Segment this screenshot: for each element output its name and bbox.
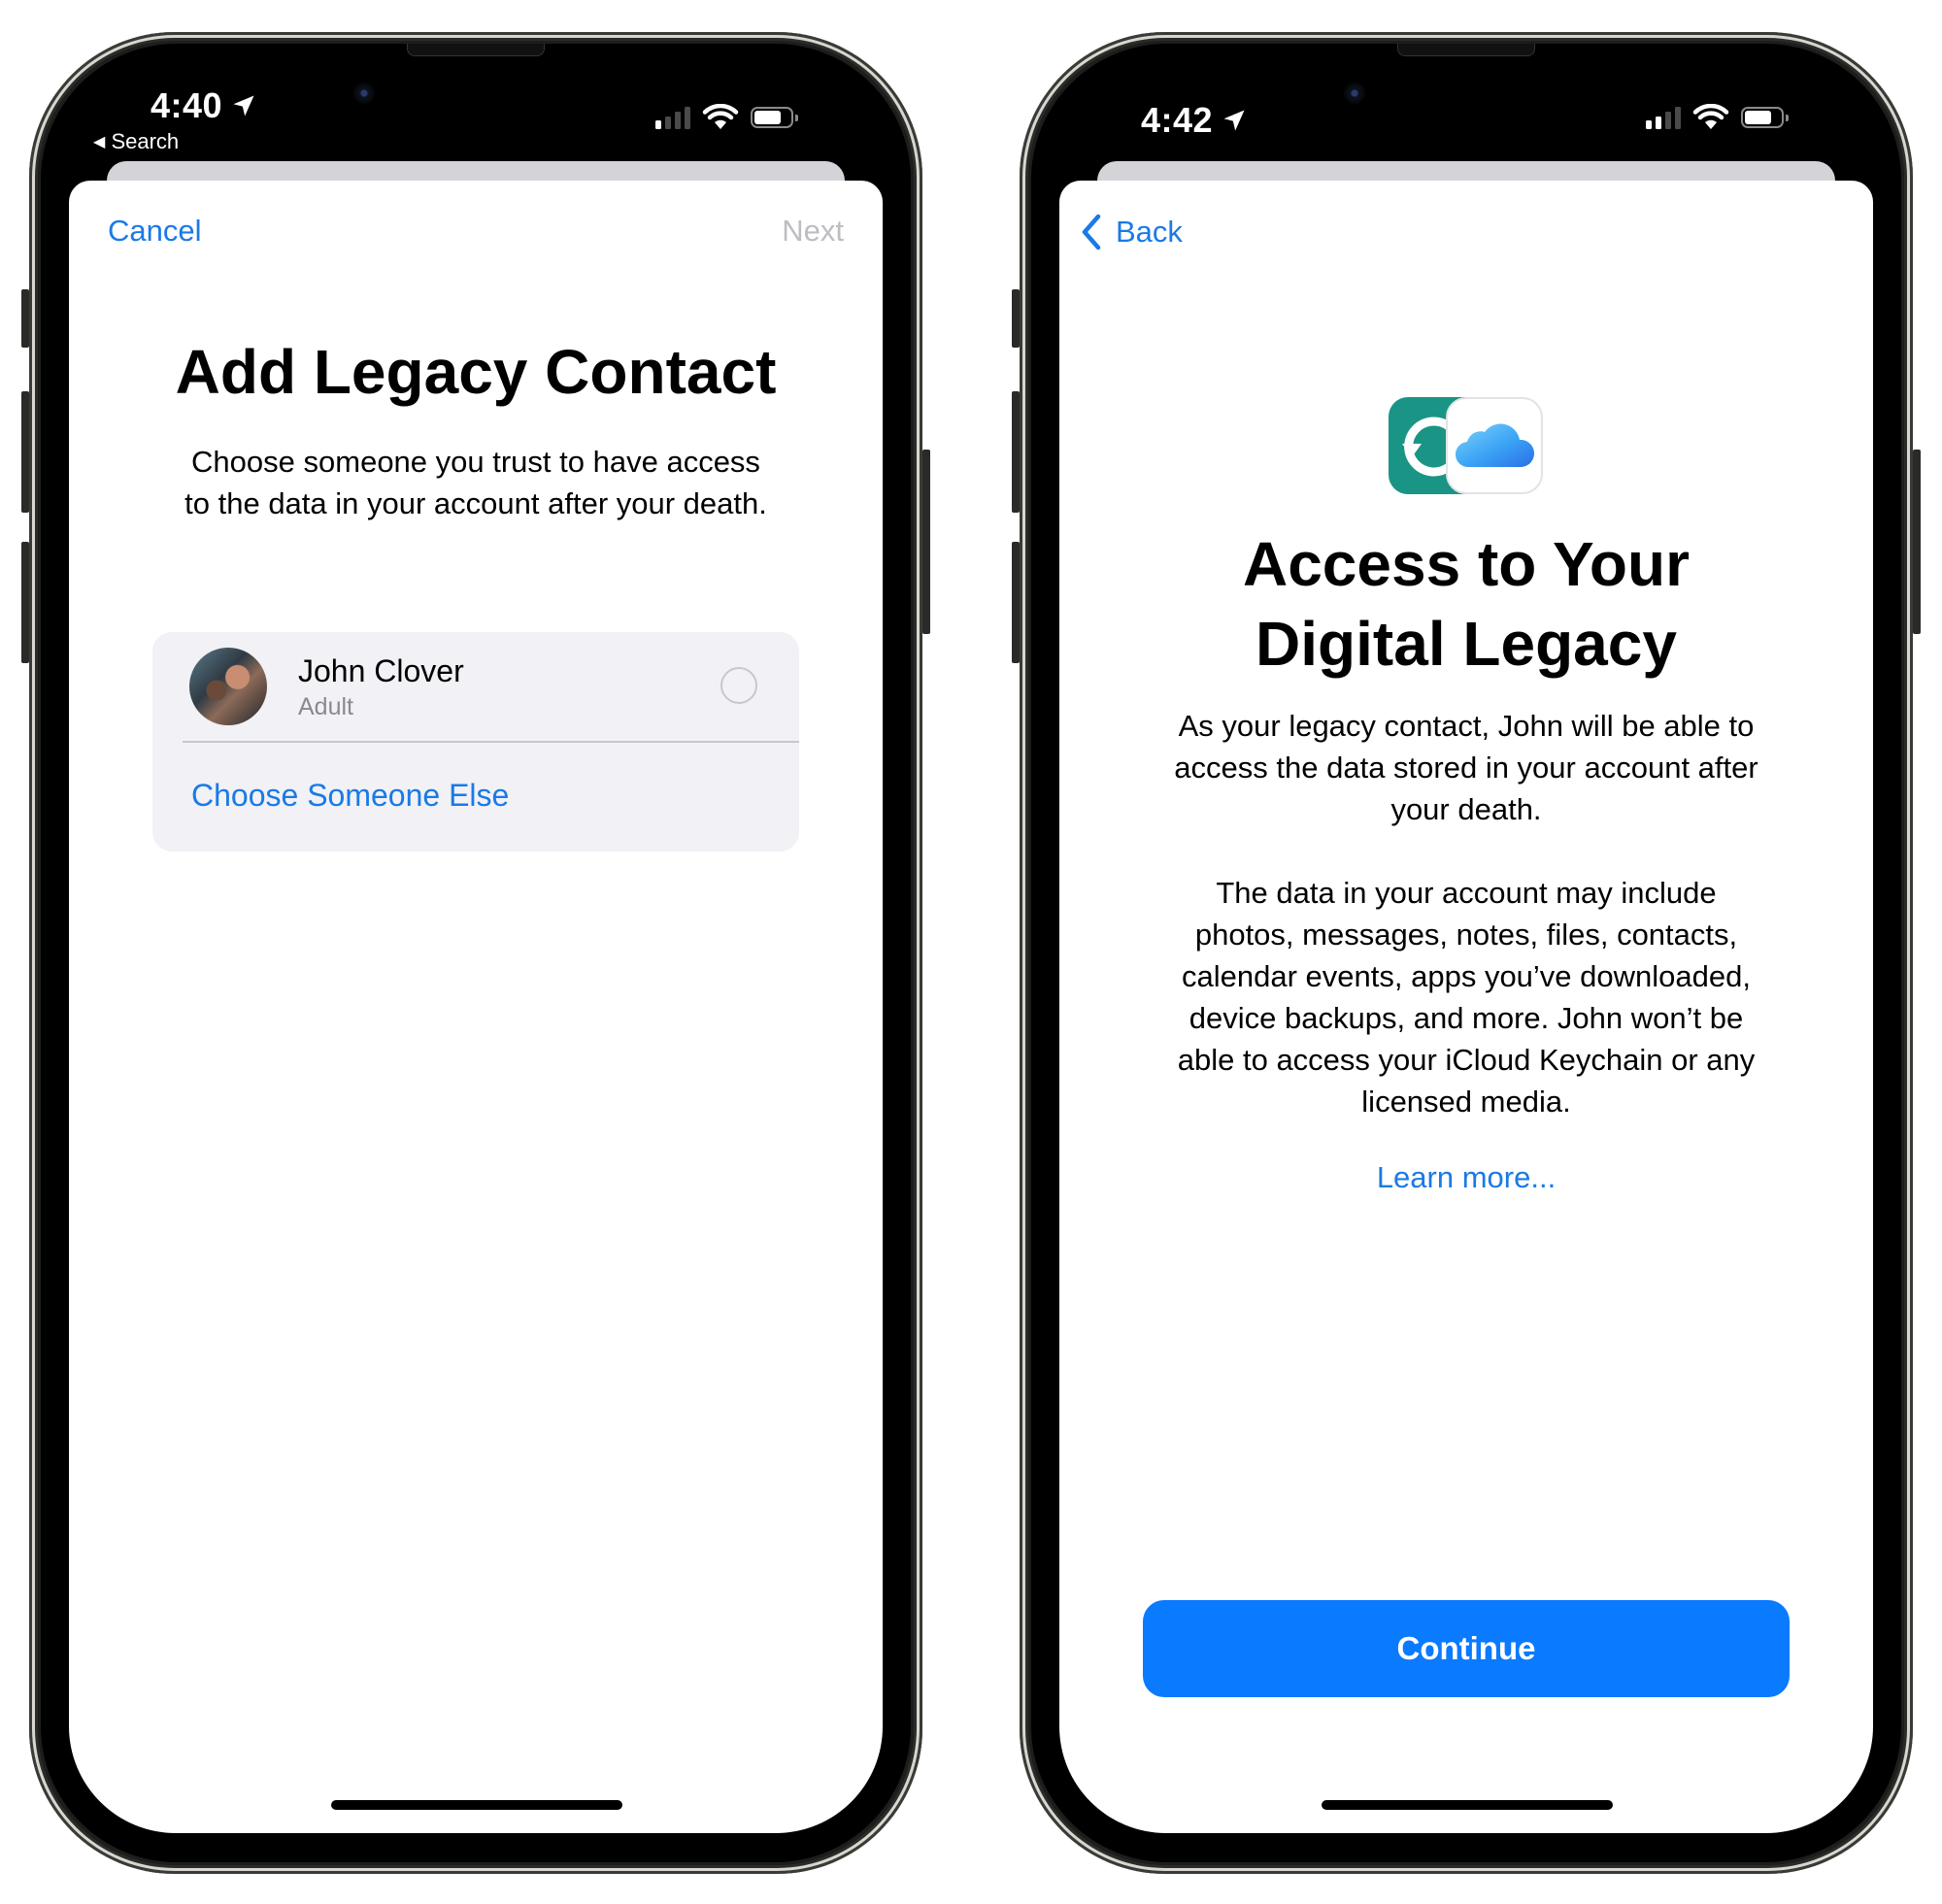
contact-card: John Clover Adult Choose Someone Else	[152, 632, 799, 852]
choose-someone-else-button[interactable]: Choose Someone Else	[191, 778, 509, 814]
legacy-contact-description: As your legacy contact, John will be abl…	[1059, 705, 1873, 830]
digital-legacy-sheet: Back Access to Your Digital Legacy As yo…	[1059, 181, 1873, 1833]
icloud-icon	[1446, 397, 1543, 494]
paragraph-line: your death.	[1390, 792, 1542, 826]
signal-bar	[1665, 112, 1671, 129]
back-triangle-icon: ◀	[93, 134, 106, 150]
volume-up-button	[21, 391, 29, 513]
back-to-search-breadcrumb[interactable]: ◀ Search	[93, 129, 179, 154]
title-line: Access to Your	[1242, 529, 1691, 599]
signal-bar	[1656, 117, 1661, 129]
account-data-description: The data in your account may include pho…	[1059, 872, 1873, 1122]
status-time: 4:42	[1141, 100, 1248, 141]
signal-bar	[685, 107, 690, 129]
battery-icon	[751, 107, 798, 128]
subtitle-line: Choose someone you trust to have access	[191, 445, 760, 479]
paragraph-line: licensed media.	[1361, 1085, 1571, 1119]
volume-up-button	[1012, 391, 1020, 513]
page-title: Access to Your Digital Legacy	[1059, 524, 1873, 684]
cellular-signal-icon	[1646, 106, 1681, 129]
paragraph-line: As your legacy contact, John will be abl…	[1178, 709, 1755, 743]
paragraph-line: calendar events, apps you’ve downloaded,	[1182, 959, 1751, 993]
wifi-icon	[702, 104, 739, 129]
paragraph-line: able to access your iCloud Keychain or a…	[1177, 1043, 1756, 1077]
title-line: Digital Legacy	[1256, 609, 1677, 679]
cancel-button[interactable]: Cancel	[108, 214, 202, 249]
signal-bar	[1646, 120, 1652, 129]
battery-fill	[754, 111, 781, 124]
signal-bar	[675, 112, 681, 129]
status-icons	[1646, 104, 1789, 131]
earpiece-speaker	[1397, 44, 1535, 56]
paragraph-line: photos, messages, notes, files, contacts…	[1194, 918, 1738, 952]
earpiece-speaker	[407, 44, 545, 56]
battery-fill	[1745, 111, 1771, 124]
paragraph-line: access the data stored in your account a…	[1174, 751, 1758, 785]
page-subtitle: Choose someone you trust to have access …	[69, 441, 883, 524]
cellular-signal-icon	[655, 106, 690, 129]
status-time: 4:40	[151, 85, 257, 126]
page-title: Add Legacy Contact	[175, 337, 777, 407]
battery-icon	[1741, 107, 1789, 128]
learn-more-link[interactable]: Learn more...	[1059, 1160, 1873, 1195]
contact-role: Adult	[298, 693, 353, 720]
contact-select-radio[interactable]	[720, 667, 757, 704]
home-indicator[interactable]	[331, 1800, 622, 1810]
breadcrumb-label: Search	[111, 129, 180, 153]
next-button[interactable]: Next	[782, 214, 844, 249]
paragraph-line: device backups, and more. John won’t be	[1189, 1001, 1744, 1035]
signal-bar	[665, 117, 671, 129]
location-arrow-icon	[233, 95, 254, 117]
wifi-icon	[1692, 104, 1729, 129]
paragraph-line: The data in your account may include	[1216, 876, 1717, 910]
front-camera	[353, 83, 375, 104]
status-time-text: 4:40	[151, 85, 223, 125]
add-legacy-contact-sheet: Cancel Next Add Legacy Contact Choose so…	[69, 181, 883, 1833]
subtitle-line: to the data in your account after your d…	[184, 486, 767, 520]
card-divider	[183, 741, 799, 743]
phone-add-legacy-contact: 4:40 ◀ Search Cancel Next Add Legacy Con…	[21, 32, 930, 1874]
contact-row[interactable]: John Clover Adult	[152, 632, 799, 741]
mute-switch	[21, 289, 29, 348]
volume-down-button	[1012, 542, 1020, 663]
power-button	[922, 450, 930, 634]
home-indicator[interactable]	[1322, 1800, 1613, 1810]
signal-bar	[1675, 107, 1681, 129]
mute-switch	[1012, 289, 1020, 348]
continue-button[interactable]: Continue	[1143, 1600, 1790, 1697]
contact-name: John Clover	[298, 653, 464, 688]
signal-bar	[655, 120, 661, 129]
location-arrow-icon	[1223, 110, 1245, 131]
status-icons	[655, 104, 798, 131]
back-button[interactable]: Back	[1081, 214, 1183, 251]
front-camera	[1344, 83, 1365, 104]
contact-avatar	[189, 648, 267, 725]
volume-down-button	[21, 542, 29, 663]
chevron-left-icon	[1082, 214, 1101, 251]
phone-digital-legacy-access: 4:42 Back Access to Your Digital Legacy …	[1012, 32, 1921, 1874]
status-time-text: 4:42	[1141, 100, 1214, 140]
power-button	[1913, 450, 1921, 634]
back-label: Back	[1116, 215, 1183, 249]
